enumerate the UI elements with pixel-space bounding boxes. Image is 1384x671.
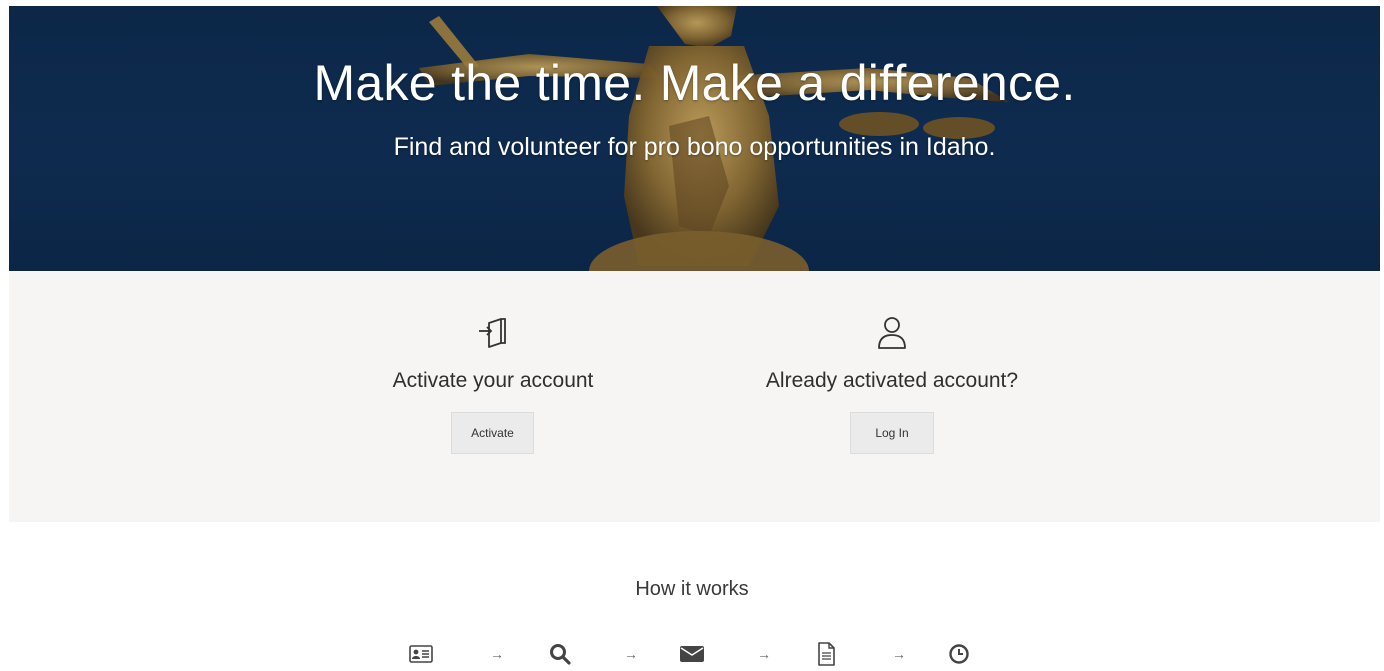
login-button[interactable]: Log In (850, 412, 934, 454)
login-panel: Already activated account? Log In (692, 271, 1092, 522)
document-icon (812, 640, 840, 668)
how-it-works-title: How it works (635, 578, 749, 600)
user-icon (878, 317, 906, 349)
activate-panel: Activate your account Activate (293, 271, 693, 522)
arrow-icon: → (490, 646, 504, 662)
envelope-icon (678, 640, 706, 668)
arrow-icon: → (757, 646, 771, 662)
activate-button[interactable]: Activate (451, 412, 534, 454)
hero-banner: Make the time. Make a difference. Find a… (9, 6, 1380, 271)
id-card-icon (407, 640, 435, 668)
activate-label: Activate your account (392, 369, 594, 392)
how-it-works-steps: → → → → (0, 640, 1384, 668)
arrow-icon: → (892, 646, 906, 662)
clock-icon (945, 640, 973, 668)
door-enter-icon (479, 318, 506, 348)
hero-title: Make the time. Make a difference. (313, 55, 1076, 111)
account-section: Activate your account Activate Already a… (9, 271, 1380, 522)
search-icon (546, 640, 574, 668)
login-label: Already activated account? (765, 369, 1019, 392)
arrow-icon: → (624, 646, 638, 662)
hero-subtitle: Find and volunteer for pro bono opportun… (393, 133, 996, 161)
